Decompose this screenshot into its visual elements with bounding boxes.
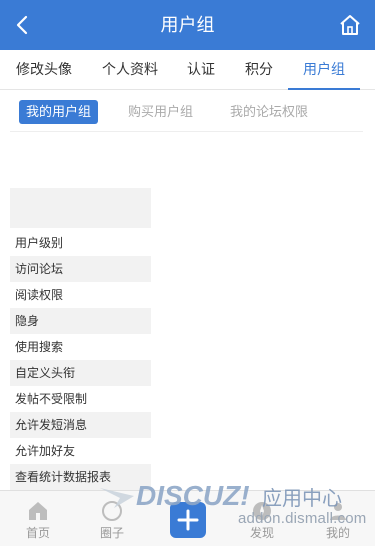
- permission-row: 用户级别: [15, 236, 64, 250]
- tab-usergroup[interactable]: 用户组: [288, 50, 360, 90]
- permission-row: 允许加好友: [15, 444, 76, 458]
- nav-home[interactable]: 首页: [8, 495, 68, 545]
- permission-row: 自定义头衔: [10, 360, 151, 386]
- group-table-header: [10, 188, 151, 228]
- nav-label: 我的: [325, 526, 350, 540]
- user-icon: [330, 503, 346, 520]
- tab-credits[interactable]: 积分: [238, 50, 280, 90]
- tab-avatar[interactable]: 修改头像: [8, 50, 80, 90]
- permission-row: 允许发短消息: [10, 412, 151, 438]
- usergroup-subtabs: 我的用户组 购买用户组 我的论坛权限: [10, 96, 363, 132]
- header-bar: 用户组: [0, 0, 375, 50]
- home-icon[interactable]: [337, 12, 363, 38]
- permission-row: 查看统计数据报表: [10, 464, 151, 490]
- nav-circle[interactable]: 圈子: [82, 495, 142, 545]
- permission-row: 访问论坛: [10, 256, 151, 282]
- permission-list: 用户级别 访问论坛 阅读权限 隐身 使用搜索 自定义头衔 发帖不受限制 允许发短…: [10, 230, 151, 490]
- permission-row: 阅读权限: [15, 288, 64, 302]
- plus-icon: [177, 509, 199, 531]
- profile-tabs: 修改头像 个人资料 认证 积分 用户组: [0, 50, 375, 90]
- compass-icon: [253, 502, 271, 520]
- nav-label: 首页: [25, 526, 50, 540]
- nav-label: 圈子: [99, 526, 124, 540]
- circle-icon: [102, 501, 122, 521]
- permission-row: 发帖不受限制: [15, 392, 88, 406]
- tab-profile[interactable]: 个人资料: [94, 50, 166, 90]
- post-button[interactable]: [170, 502, 206, 538]
- permission-row: 隐身: [10, 308, 151, 334]
- nav-mine[interactable]: 我的: [308, 495, 368, 545]
- permission-row: 使用搜索: [15, 340, 64, 354]
- subtab-my-group[interactable]: 我的用户组: [19, 100, 99, 124]
- subtab-forum-permissions[interactable]: 我的论坛权限: [223, 100, 315, 124]
- nav-label: 发现: [249, 526, 274, 540]
- page-title: 用户组: [160, 15, 215, 35]
- subtab-buy-group[interactable]: 购买用户组: [121, 100, 200, 124]
- nav-discover[interactable]: 发现: [232, 495, 292, 545]
- home-icon: [29, 502, 47, 520]
- tab-verify[interactable]: 认证: [180, 50, 222, 90]
